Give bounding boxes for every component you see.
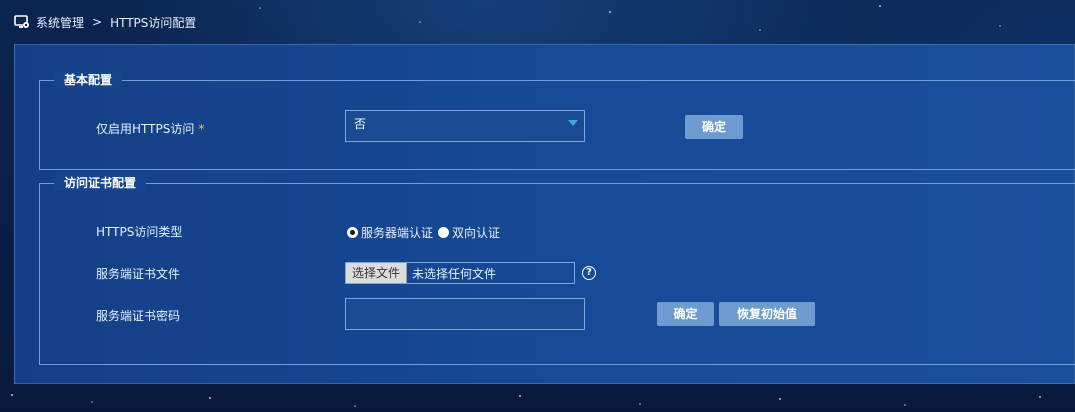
basic-confirm-button[interactable]: 确定 — [685, 115, 743, 139]
basic-config-legend: 基本配置 — [54, 72, 123, 88]
help-icon[interactable]: ? — [582, 266, 596, 280]
settings-monitor-icon — [14, 15, 29, 28]
radio-server-auth-label[interactable]: 服务器端认证 — [361, 224, 433, 241]
breadcrumb-separator: > — [92, 15, 103, 29]
cert-confirm-button[interactable]: 确定 — [657, 302, 714, 326]
https-only-label-text: 仅启用HTTPS访问 — [96, 122, 195, 136]
choose-file-button[interactable]: 选择文件 — [346, 263, 408, 283]
cert-file-label: 服务端证书文件 — [96, 267, 181, 281]
restore-defaults-button[interactable]: 恢复初始值 — [719, 302, 815, 326]
breadcrumb-current-page: HTTPS访问配置 — [110, 15, 197, 30]
access-type-label: HTTPS访问类型 — [96, 225, 183, 239]
basic-config-fieldset: 基本配置 仅启用HTTPS访问 * 否 确定 — [39, 72, 1075, 170]
cert-password-input[interactable] — [345, 298, 585, 330]
cert-config-legend: 访问证书配置 — [54, 175, 147, 191]
no-file-text: 未选择任何文件 — [412, 266, 497, 281]
required-mark: * — [198, 122, 205, 136]
config-panel: 基本配置 仅启用HTTPS访问 * 否 确定 访问证书配置 HTTPS访问类型 服… — [14, 44, 1075, 384]
https-only-select-value: 否 — [354, 117, 367, 131]
breadcrumb-section[interactable]: 系统管理 — [36, 14, 84, 31]
breadcrumb: 系统管理 > HTTPS访问配置 — [14, 13, 196, 31]
https-only-select[interactable]: 否 — [345, 110, 585, 142]
radio-mutual-auth[interactable] — [438, 227, 450, 238]
https-only-label: 仅启用HTTPS访问 * — [96, 120, 204, 137]
access-type-radio-group: 服务器端认证 双向认证 — [347, 224, 500, 241]
cert-file-input[interactable]: 选择文件 未选择任何文件 — [345, 262, 575, 284]
cert-config-fieldset: 访问证书配置 HTTPS访问类型 服务器端认证 双向认证 服务端证书文件 选择文… — [39, 175, 1075, 365]
radio-mutual-auth-label[interactable]: 双向认证 — [452, 224, 500, 241]
radio-server-auth[interactable] — [347, 227, 358, 238]
dropdown-caret-icon — [568, 120, 578, 126]
cert-password-label: 服务端证书密码 — [96, 309, 181, 323]
top-bar: 系统管理 > HTTPS访问配置 — [0, 0, 1075, 44]
